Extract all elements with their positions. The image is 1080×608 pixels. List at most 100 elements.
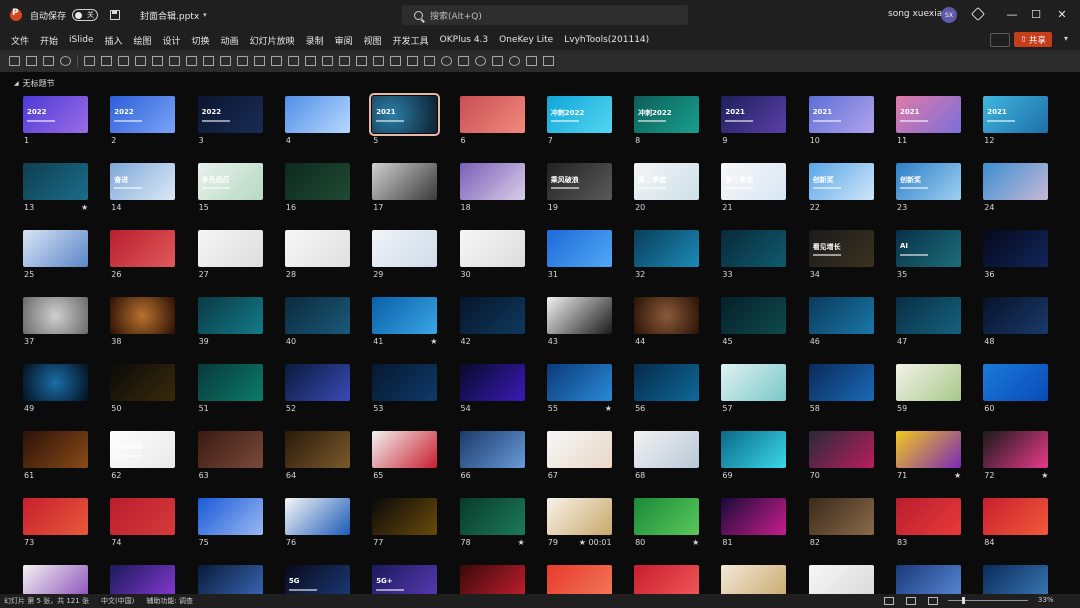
slide-thumbnail-cell[interactable]: 38 [110, 297, 177, 349]
slide-thumbnail-cell[interactable]: 2022 3 [197, 96, 265, 148]
slide-thumbnail[interactable] [459, 565, 525, 594]
slide-thumbnail[interactable] [546, 364, 612, 401]
slide-thumbnail-cell[interactable]: 27 [197, 230, 265, 282]
tab-developer[interactable]: 开发工具 [393, 34, 429, 47]
slide-thumbnail-cell[interactable]: 24 [983, 163, 1050, 215]
close-button[interactable]: ✕ [1052, 5, 1072, 25]
toolbar-icon[interactable] [84, 56, 95, 66]
slide-thumbnail[interactable] [721, 498, 787, 535]
tab-transitions[interactable]: 切换 [192, 34, 210, 47]
slide-thumbnail-cell[interactable] [808, 565, 876, 594]
slide-thumbnail[interactable] [284, 230, 350, 267]
slide-thumbnail[interactable] [896, 364, 961, 401]
slide-thumbnail[interactable] [634, 297, 700, 334]
slide-thumbnail[interactable] [459, 364, 525, 401]
slide-thumbnail-cell[interactable]: 冲刺2022 7 [546, 96, 614, 148]
slide-thumbnail[interactable] [459, 431, 525, 468]
slide-thumbnail-cell[interactable]: 2022 1 [23, 96, 90, 148]
slide-thumbnail[interactable]: 第三季度 [721, 163, 787, 200]
slide-thumbnail-cell[interactable]: 75 [197, 498, 265, 550]
slide-thumbnail[interactable] [23, 431, 88, 468]
slide-thumbnail[interactable]: 2021 [983, 96, 1049, 133]
slide-thumbnail[interactable]: 创新奖 [808, 163, 874, 200]
slide-thumbnail[interactable] [110, 297, 176, 334]
toolbar-icon[interactable] [407, 56, 418, 66]
slide-thumbnail-cell[interactable]: 83 [896, 498, 963, 550]
toolbar-icon[interactable] [152, 56, 163, 66]
slide-thumbnail[interactable] [110, 230, 176, 267]
slide-thumbnail[interactable] [372, 230, 438, 267]
toolbar-icon[interactable] [26, 56, 37, 66]
reading-view-icon[interactable] [928, 597, 938, 605]
slide-thumbnail-cell[interactable]: 60 [983, 364, 1050, 416]
toolbar-icon[interactable] [305, 56, 316, 66]
slide-thumbnail-cell[interactable] [459, 565, 527, 594]
zoom-slider-knob[interactable] [962, 597, 965, 604]
avatar[interactable]: SX [941, 7, 957, 23]
slide-thumbnail-cell[interactable]: 40 [284, 297, 352, 349]
slide-thumbnail-cell[interactable]: 57 [721, 364, 788, 416]
slide-thumbnail-cell[interactable]: 67 [546, 431, 614, 483]
slide-thumbnail[interactable]: 2021 [808, 96, 874, 133]
slide-thumbnail[interactable]: 奋进 [110, 163, 176, 200]
tab-home[interactable]: 开始 [40, 34, 58, 47]
toolbar-icon[interactable] [271, 56, 282, 66]
slide-thumbnail[interactable] [721, 565, 787, 594]
slide-thumbnail[interactable] [197, 230, 263, 267]
toolbar-icon[interactable] [254, 56, 265, 66]
zoom-slider[interactable] [948, 600, 1028, 601]
slide-thumbnail-cell[interactable] [197, 565, 265, 594]
slide-thumbnail-cell[interactable]: 46 [808, 297, 876, 349]
slide-thumbnail[interactable] [983, 163, 1049, 200]
user-name[interactable]: song xuexian [888, 9, 948, 19]
slide-thumbnail[interactable]: AI [896, 230, 961, 267]
toolbar-icon[interactable] [543, 56, 554, 66]
slide-thumbnail[interactable] [372, 498, 438, 535]
slide-thumbnail-cell[interactable]: 5G+ [372, 565, 439, 594]
slide-thumbnail-cell[interactable] [896, 565, 963, 594]
slide-thumbnail-cell[interactable]: 创新奖 23 [896, 163, 963, 215]
tab-design[interactable]: 设计 [163, 34, 181, 47]
toolbar-icon[interactable] [237, 56, 248, 66]
slide-thumbnail[interactable]: 2021 [896, 96, 961, 133]
slide-thumbnail-cell[interactable]: 49 [23, 364, 90, 416]
slide-thumbnail[interactable] [197, 565, 263, 594]
slide-thumbnail-cell[interactable]: 78 ★ [459, 498, 527, 550]
slide-thumbnail-cell[interactable] [110, 565, 177, 594]
slide-thumbnail[interactable] [23, 163, 88, 200]
slide-thumbnail[interactable] [197, 431, 263, 468]
slide-thumbnail[interactable] [284, 297, 350, 334]
toolbar-icon[interactable] [390, 56, 401, 66]
slide-thumbnail[interactable] [808, 565, 874, 594]
toolbar-icon[interactable] [526, 56, 537, 66]
slide-thumbnail[interactable]: 乘风破浪 [546, 163, 612, 200]
slide-thumbnail-cell[interactable]: 56 [634, 364, 701, 416]
slide-thumbnail[interactable] [110, 364, 176, 401]
slide-thumbnail-cell[interactable]: 44 [634, 297, 701, 349]
slide-thumbnail-cell[interactable]: 16 [284, 163, 352, 215]
slide-thumbnail-cell[interactable]: 28 [284, 230, 352, 282]
toolbar-icon[interactable] [60, 56, 71, 66]
slide-thumbnail-cell[interactable]: 42 [459, 297, 527, 349]
toolbar-icon[interactable] [169, 56, 180, 66]
slide-thumbnail[interactable] [23, 364, 88, 401]
tab-slideshow[interactable]: 幻灯片放映 [250, 34, 295, 47]
slide-thumbnail-cell[interactable]: 68 [634, 431, 701, 483]
tab-record[interactable]: 录制 [306, 34, 324, 47]
slide-thumbnail[interactable] [808, 364, 874, 401]
slide-thumbnail-cell[interactable]: 59 [896, 364, 963, 416]
toolbar-icon[interactable] [458, 56, 469, 66]
collapse-triangle-icon[interactable]: ◢ [14, 80, 19, 87]
slide-thumbnail[interactable]: 2022 [23, 96, 88, 133]
slide-thumbnail[interactable] [546, 297, 612, 334]
slide-thumbnail[interactable] [284, 431, 350, 468]
slide-thumbnail-cell[interactable]: 第三季度 20 [634, 163, 701, 215]
slide-thumbnail[interactable] [284, 364, 350, 401]
slide-thumbnail[interactable] [721, 230, 787, 267]
normal-view-icon[interactable] [884, 597, 894, 605]
slide-thumbnail[interactable] [634, 230, 700, 267]
toolbar-icon[interactable] [373, 56, 384, 66]
slide-thumbnail[interactable] [983, 364, 1049, 401]
slide-thumbnail-cell[interactable] [23, 565, 90, 594]
tab-draw[interactable]: 绘图 [134, 34, 152, 47]
